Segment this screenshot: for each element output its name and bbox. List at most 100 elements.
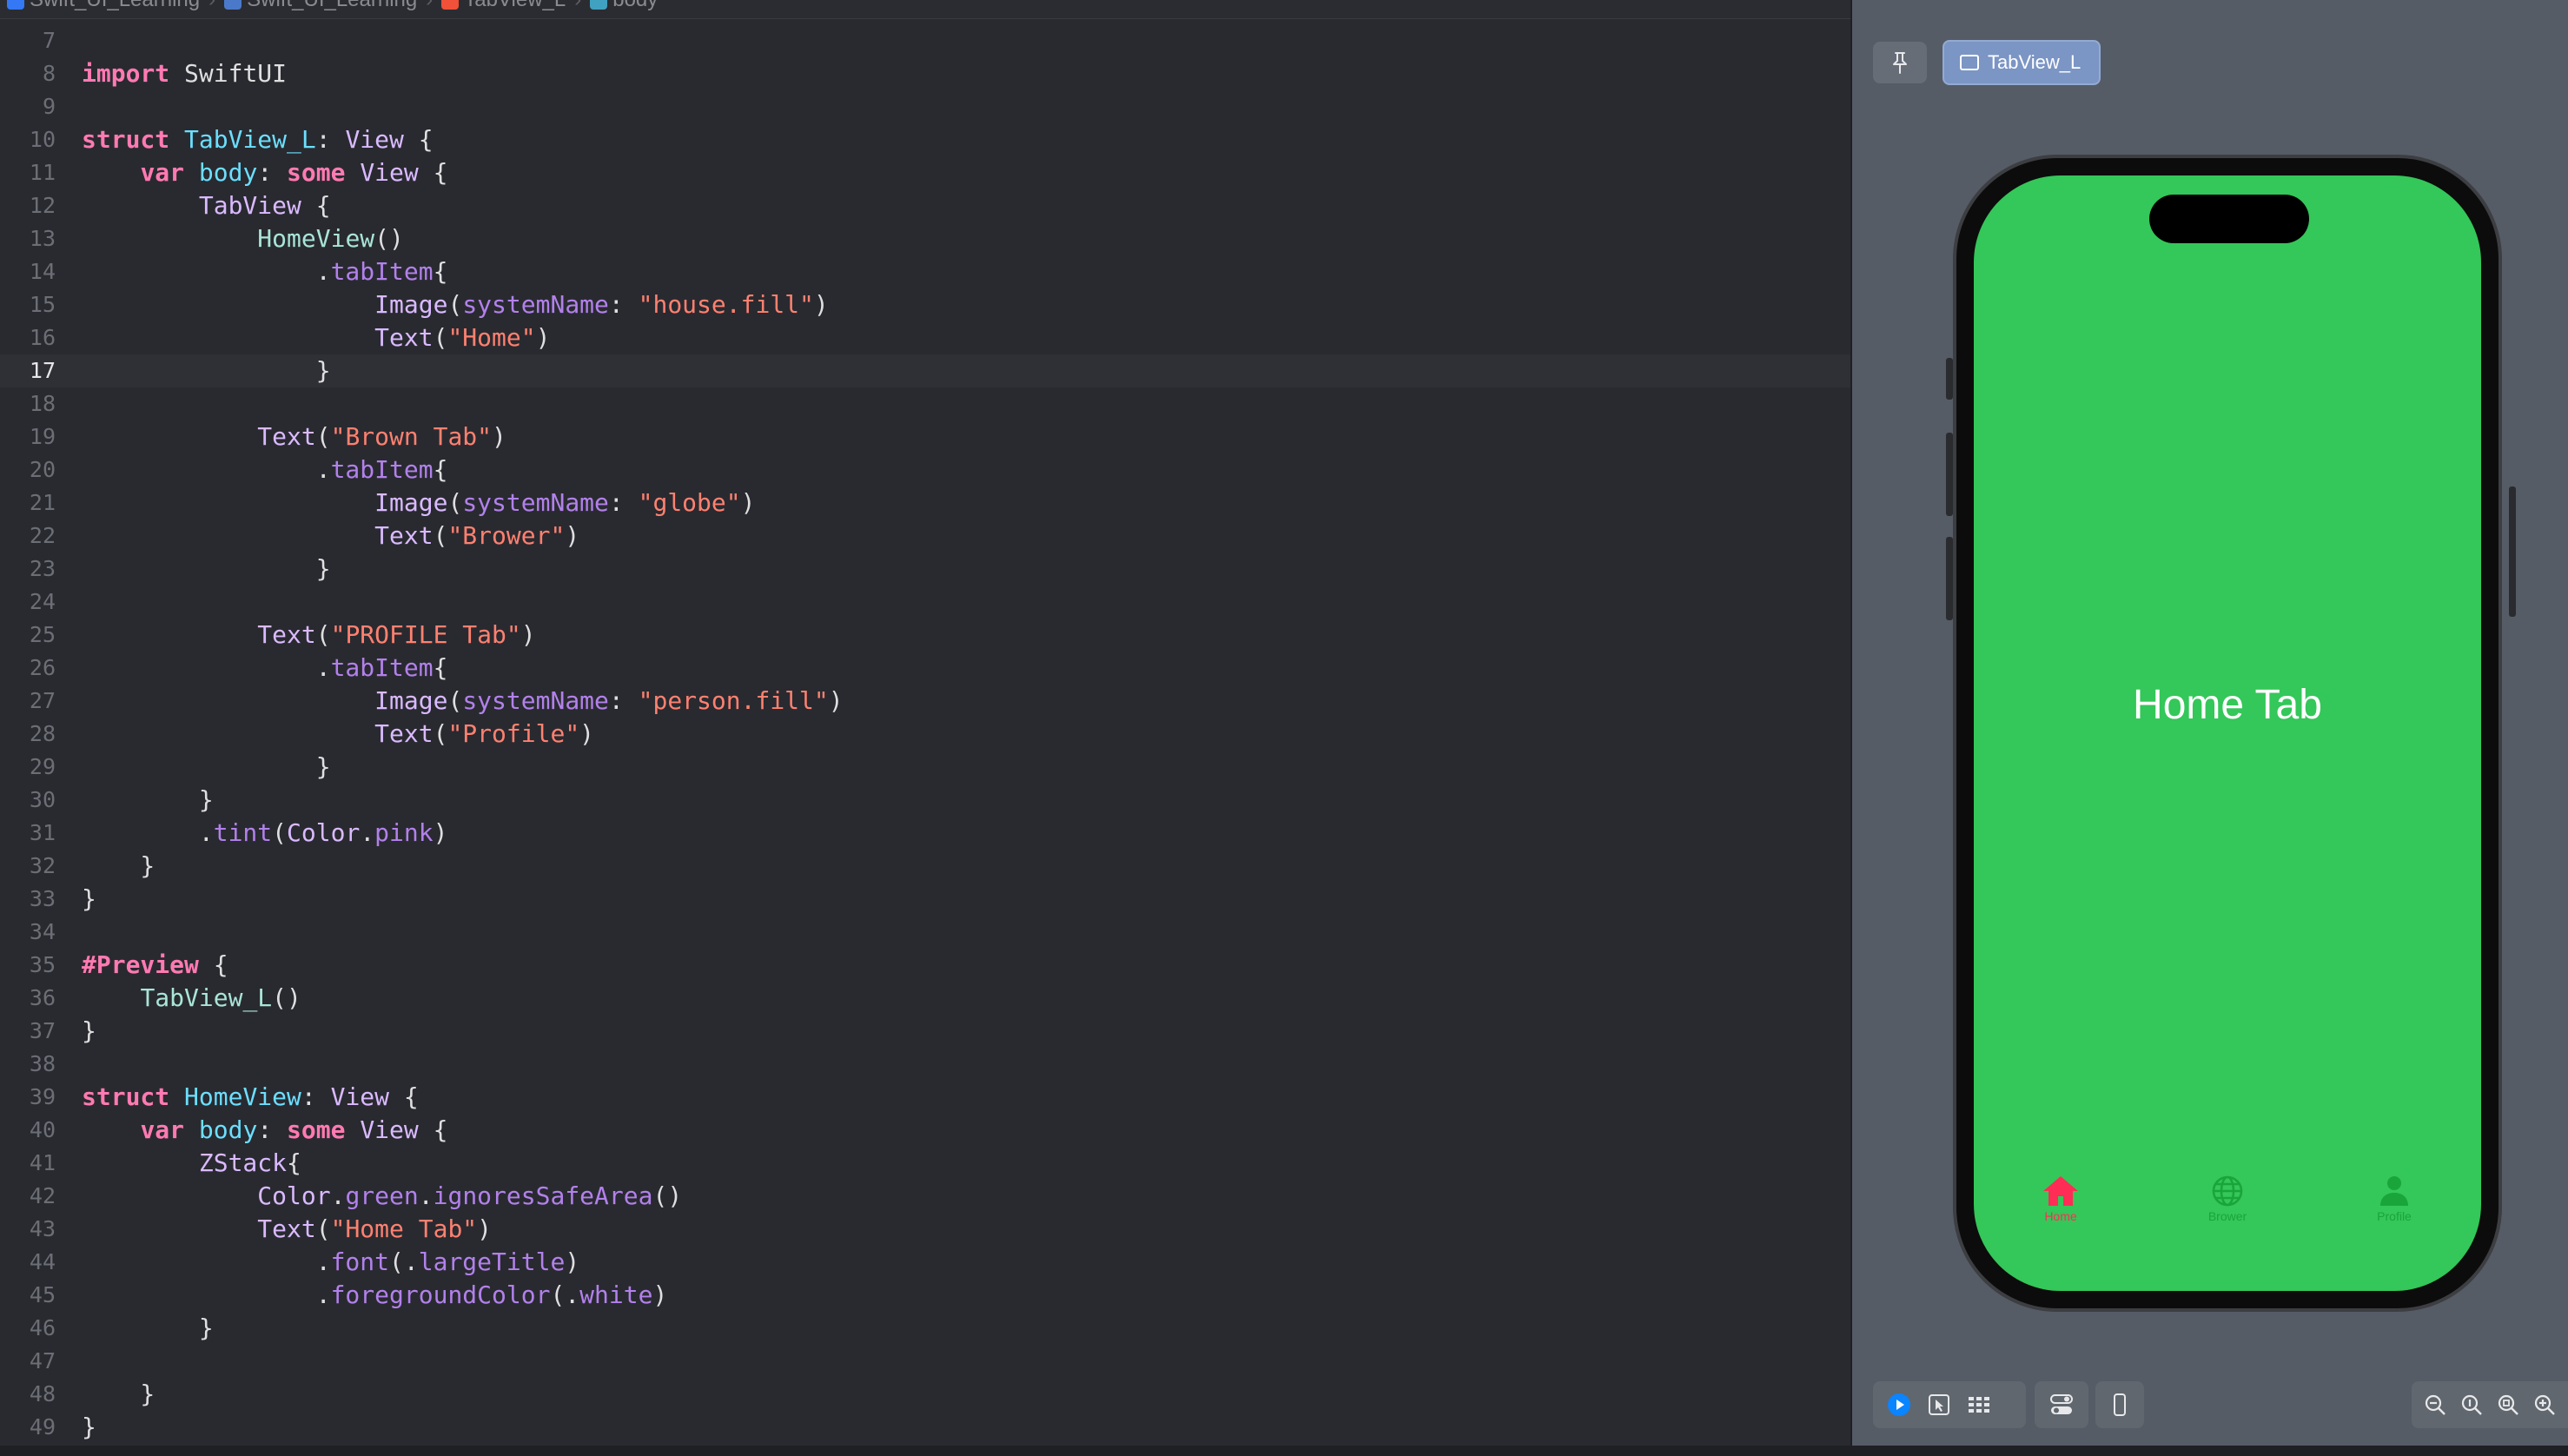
code-line[interactable]: 42 Color.green.ignoresSafeArea() [0, 1180, 1850, 1213]
code-line[interactable]: 23 } [0, 553, 1850, 586]
code-token: ( [433, 323, 448, 352]
code-token: ( [315, 422, 331, 451]
code-editor[interactable]: 7 8 import SwiftUI 9 10 struct TabView_L: Vie… [0, 19, 1850, 1446]
code-token: #Preview [82, 950, 199, 979]
preview-mode-toolbar [1873, 1381, 2026, 1428]
code-line[interactable]: 19 Text("Brown Tab") [0, 420, 1850, 453]
code-line[interactable]: 14 .tabItem{ [0, 255, 1850, 288]
code-text: #Preview { [82, 949, 228, 982]
code-line[interactable]: 13 HomeView() [0, 222, 1850, 255]
code-line[interactable]: 43 Text("Home Tab") [0, 1213, 1850, 1246]
dynamic-island [2149, 195, 2309, 243]
code-line[interactable]: 45 .foregroundColor(.white) [0, 1279, 1850, 1312]
zoom-in-button[interactable] [2533, 1391, 2556, 1419]
code-token: white [579, 1281, 653, 1309]
code-line[interactable]: 39 struct HomeView: View { [0, 1081, 1850, 1114]
breadcrumb-item-symbol[interactable]: body [590, 0, 658, 12]
code-line[interactable]: 7 [0, 24, 1850, 57]
code-token: } [82, 752, 331, 781]
code-line[interactable]: 44 .font(.largeTitle) [0, 1246, 1850, 1279]
line-number: 21 [29, 490, 56, 515]
code-line[interactable]: 34 [0, 916, 1850, 949]
code-line[interactable]: 38 [0, 1048, 1850, 1081]
preview-tab-tabview-l[interactable]: TabView_L [1943, 40, 2101, 85]
code-line[interactable]: 18 [0, 387, 1850, 420]
code-line[interactable]: 37} [0, 1015, 1850, 1048]
code-line[interactable]: 40 var body: some View { [0, 1114, 1850, 1147]
line-number: 8 [42, 61, 56, 86]
code-line[interactable]: 27 Image(systemName: "person.fill") [0, 685, 1850, 718]
code-token: } [82, 1413, 96, 1441]
code-line[interactable]: 30 } [0, 784, 1850, 817]
zoom-out-button[interactable] [2424, 1391, 2446, 1419]
tab-profile[interactable]: Profile [2342, 1175, 2446, 1223]
code-line[interactable]: 15 Image(systemName: "house.fill") [0, 288, 1850, 321]
code-token: { [418, 1115, 448, 1144]
code-line[interactable]: 29 } [0, 751, 1850, 784]
code-line[interactable]: 46 } [0, 1312, 1850, 1345]
code-token: . [82, 653, 331, 682]
code-line[interactable]: 16 Text("Home") [0, 321, 1850, 354]
code-token: "Home" [447, 323, 536, 352]
code-token: (. [550, 1281, 580, 1309]
line-number: 23 [29, 556, 56, 581]
live-preview-button[interactable] [1885, 1391, 1913, 1419]
pin-preview-button[interactable] [1873, 42, 1927, 83]
code-line[interactable]: 41 ZStack{ [0, 1147, 1850, 1180]
tab-home[interactable]: Home [2009, 1175, 2113, 1223]
code-line[interactable]: 47 [0, 1345, 1850, 1378]
code-line[interactable]: 33} [0, 883, 1850, 916]
code-line[interactable]: 48 } [0, 1378, 1850, 1411]
code-line[interactable]: 10 struct TabView_L: View { [0, 123, 1850, 156]
code-text: .foregroundColor(.white) [82, 1279, 668, 1312]
code-line[interactable]: 49} [0, 1411, 1850, 1444]
code-token: ignoresSafeArea [433, 1181, 653, 1210]
code-text: } [82, 354, 331, 387]
zoom-actual-button[interactable] [2460, 1391, 2483, 1419]
zoom-fit-button[interactable] [2497, 1391, 2519, 1419]
phone-action-button [1946, 358, 1953, 400]
code-line[interactable]: 31 .tint(Color.pink) [0, 817, 1850, 850]
code-line[interactable]: 32 } [0, 850, 1850, 883]
code-line[interactable]: 26 .tabItem{ [0, 652, 1850, 685]
line-number: 11 [29, 160, 56, 185]
line-number: 29 [29, 754, 56, 779]
code-token: : [608, 686, 639, 715]
simulated-screen[interactable]: Home Tab Home Brower Profile [1974, 175, 2481, 1291]
code-line[interactable]: 36 TabView_L() [0, 982, 1850, 1015]
tab-brower[interactable]: Brower [2175, 1175, 2280, 1223]
code-line[interactable]: 28 Text("Profile") [0, 718, 1850, 751]
breadcrumb-item-file[interactable]: TabView_L [441, 0, 566, 12]
code-line[interactable]: 17 } [0, 354, 1850, 387]
code-token: () [374, 224, 404, 253]
line-number: 10 [29, 127, 56, 152]
breadcrumb-item-project[interactable]: Swift_UI_Learning [7, 0, 200, 12]
code-line[interactable]: 12 TabView { [0, 189, 1850, 222]
code-line[interactable]: 20 .tabItem{ [0, 453, 1850, 486]
device-settings-button[interactable] [2048, 1391, 2075, 1419]
code-token: green [345, 1181, 419, 1210]
selectable-mode-button[interactable] [1925, 1391, 1953, 1419]
line-number: 44 [29, 1249, 56, 1274]
code-line[interactable]: 21 Image(systemName: "globe") [0, 486, 1850, 520]
code-line[interactable]: 25 Text("PROFILE Tab") [0, 619, 1850, 652]
code-line[interactable]: 8 import SwiftUI [0, 57, 1850, 90]
code-text: .tabItem{ [82, 453, 448, 486]
code-token: ) [433, 818, 448, 847]
code-token: tint [213, 818, 273, 847]
device-picker-button[interactable] [2106, 1391, 2134, 1419]
code-token: SwiftUI [169, 59, 288, 88]
code-line[interactable]: 35 #Preview { [0, 949, 1850, 982]
code-token: largeTitle [418, 1248, 566, 1276]
code-token: } [82, 884, 96, 913]
breadcrumb-item-folder[interactable]: Swift_UI_Learning [224, 0, 417, 12]
code-line[interactable]: 9 [0, 90, 1850, 123]
variants-button[interactable] [1965, 1391, 1993, 1419]
code-line[interactable]: 22 Text("Brower") [0, 520, 1850, 553]
code-line[interactable]: 11 var body: some View { [0, 156, 1850, 189]
code-line[interactable]: 24 [0, 586, 1850, 619]
